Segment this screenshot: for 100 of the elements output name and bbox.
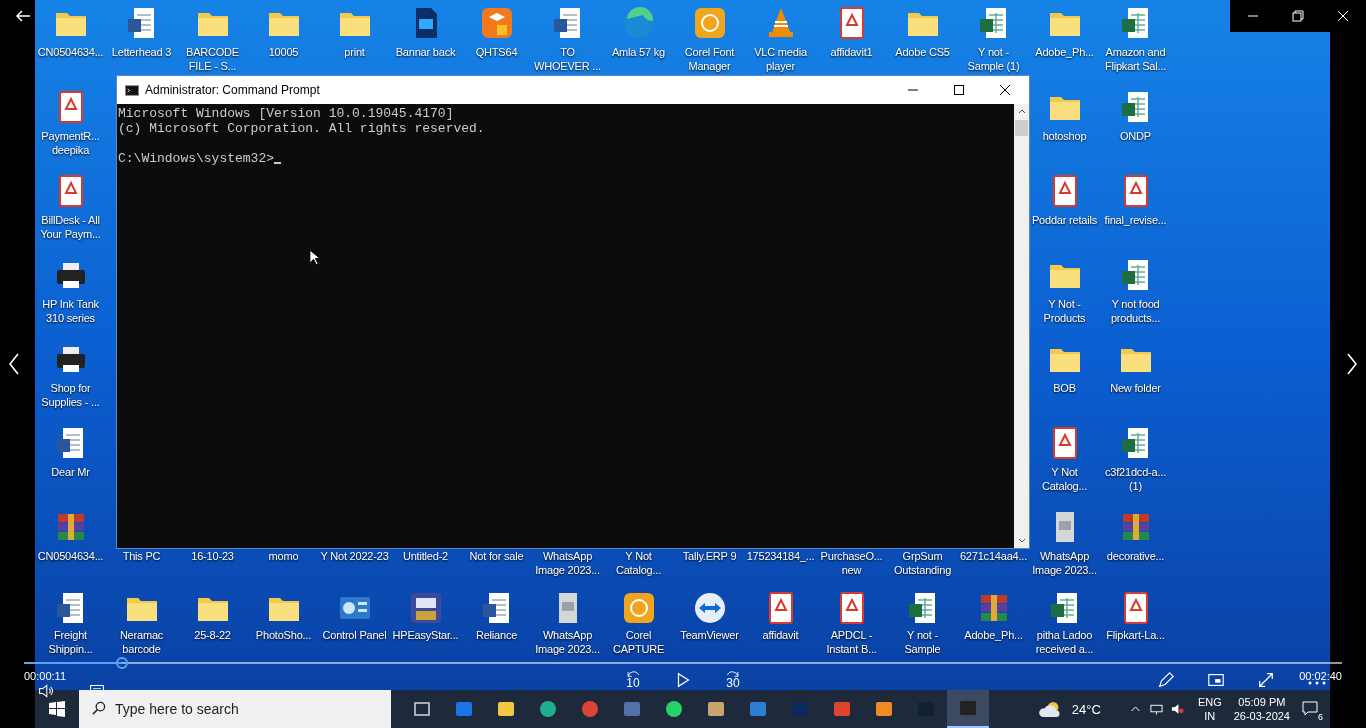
weather-temperature[interactable]: 24°C: [1071, 701, 1101, 717]
icon-label: Y Not Catalog...: [614, 549, 663, 577]
icon-label: TO WHOEVER ...: [533, 45, 602, 73]
icon-label: Amla 57 kg: [611, 45, 666, 59]
icon-label: Untitled-2: [401, 549, 450, 563]
icon-label: print: [343, 45, 366, 59]
close-icon[interactable]: [999, 84, 1011, 96]
task-view-icon: [412, 699, 432, 719]
icon-label: Dear Mr: [50, 465, 91, 479]
close-icon[interactable]: [1336, 9, 1351, 23]
icon-label: Flipkart-La...: [1105, 628, 1166, 642]
region-indicator[interactable]: IN: [1204, 709, 1216, 723]
rewind-button[interactable]: 10: [619, 670, 647, 690]
back-arrow-icon[interactable]: [15, 8, 31, 24]
icon-label: Y not food products...: [1109, 297, 1162, 325]
icon-label: WhatsApp Image 2023...: [534, 549, 601, 577]
search-field[interactable]: Type here to search: [79, 690, 391, 728]
scroll-thumb[interactable]: [1015, 120, 1028, 136]
next-icon[interactable]: [1346, 352, 1358, 376]
seek-bar[interactable]: [24, 657, 1342, 669]
captions-icon[interactable]: [89, 683, 105, 699]
volume-icon[interactable]: [38, 683, 54, 699]
icon-label: CN0504634...: [36, 45, 105, 59]
restore-icon[interactable]: [1291, 9, 1305, 23]
console-prompt: C:\Windows\system32>: [118, 151, 275, 166]
icon-label: Not for sale: [468, 549, 525, 563]
icon-label: WhatsApp Image 2023...: [534, 628, 601, 656]
icon-label: decorative...: [1105, 549, 1166, 563]
mini-player-icon[interactable]: [1207, 671, 1225, 689]
text-cursor: [274, 162, 282, 164]
speaker-muted-icon[interactable]: [1170, 703, 1184, 715]
icon-label: PaymentR... deepika: [40, 129, 101, 157]
icon-label: Bannar back: [394, 45, 457, 59]
icon-label: 6271c14aa4...: [959, 549, 1028, 563]
icon-label: PhotoSho...: [254, 628, 313, 642]
icon-label: Corel Font Manager: [683, 45, 736, 73]
scrollbar[interactable]: [1014, 104, 1029, 548]
windows-logo-icon[interactable]: [49, 701, 65, 717]
pen-icon[interactable]: [1157, 671, 1175, 689]
icon-label: Reliance: [474, 628, 519, 642]
icon-label: Amazon and Flipkart Sal...: [1103, 45, 1168, 73]
icon-label: Control Panel: [321, 628, 388, 642]
icon-label: GrpSum Outstanding: [892, 549, 953, 577]
icon-label: Tally.ERP 9: [681, 549, 738, 563]
icon-label: 16-10-23: [190, 549, 235, 563]
icon-label: This PC: [121, 549, 162, 563]
icon-label: HP Ink Tank 310 series: [41, 297, 100, 325]
icon-label: 175234184_...: [746, 549, 815, 563]
icon-label: TeamViewer: [679, 628, 740, 642]
icon-label: Y Not - Products: [1042, 297, 1087, 325]
search-icon: [91, 701, 106, 716]
icon-label: Adobe_Ph...: [1034, 45, 1095, 59]
icon-label: Shop for Supplies - ...: [40, 381, 101, 409]
clock-time[interactable]: 05:09 PM: [1238, 695, 1286, 709]
notification-count: 6: [1317, 712, 1324, 722]
icon-label: Poddar retails: [1030, 213, 1099, 227]
icon-label: VLC media player: [753, 45, 808, 73]
icon-label: momo: [267, 549, 300, 563]
icon-label: affidavit1: [829, 45, 874, 59]
icon-label: 10005: [267, 45, 300, 59]
icon-label: ONDP: [1119, 129, 1152, 143]
icon-label: Y not - Sample: [903, 628, 942, 656]
icon-label: hotoshop: [1041, 129, 1088, 143]
fullscreen-icon[interactable]: [1257, 671, 1275, 689]
icon-label: Corel CAPTURE: [611, 628, 666, 656]
icon-label: affidavit: [761, 628, 800, 642]
icon-label: Letterhead 3: [110, 45, 173, 59]
previous-icon[interactable]: [8, 352, 20, 376]
maximize-icon[interactable]: [953, 84, 965, 96]
icon-label: Y not - Sample (1): [966, 45, 1021, 73]
forward-button[interactable]: 30: [719, 670, 747, 690]
icon-label: final_revise...: [1103, 213, 1168, 227]
icon-label: 25-8-22: [193, 628, 232, 642]
icon-label: Freight Shippin...: [47, 628, 94, 656]
taskbar-app[interactable]: [947, 690, 989, 728]
console-line: (c) Microsoft Corporation. All rights reserved.: [118, 121, 486, 136]
seek-thumb[interactable]: [115, 657, 128, 669]
icon-label: BARCODE FILE - S...: [185, 45, 240, 73]
notification-icon[interactable]: [1302, 700, 1318, 716]
language-indicator[interactable]: ENG: [1197, 695, 1222, 709]
clock-date[interactable]: 26-03-2024: [1233, 709, 1290, 723]
icon-label: Neramac barcode: [118, 628, 165, 656]
icon-label: New folder: [1109, 381, 1162, 395]
window-title: Administrator: Command Prompt: [145, 83, 320, 97]
icon-label: HPEasyStar...: [391, 628, 460, 642]
icon-label: Adobe_Ph...: [963, 628, 1024, 642]
icon-label: PurchaseO... new: [819, 549, 884, 577]
icon-label: QHTS64: [474, 45, 519, 59]
icon-label: pitha Ladoo received a...: [1034, 628, 1095, 656]
icon-label: Y Not 2022-23: [320, 549, 389, 563]
icon-label: Adobe CS5: [894, 45, 951, 59]
mouse-pointer-icon: [309, 249, 320, 266]
console-line: Microsoft Windows [Version 10.0.19045.4170]: [118, 106, 455, 121]
icon-label: c3f21dcd-a... (1): [1104, 465, 1167, 493]
icon-label: BOB: [1052, 381, 1077, 395]
icon-label: BillDesk - All Your Paym...: [39, 213, 102, 241]
icon-label: WhatsApp Image 2023...: [1031, 549, 1098, 577]
icon-label: Y Not Catalog...: [1040, 465, 1089, 493]
icon-label: APDCL - Instant B...: [825, 628, 878, 656]
icon-label: CN0504634...: [36, 549, 105, 563]
